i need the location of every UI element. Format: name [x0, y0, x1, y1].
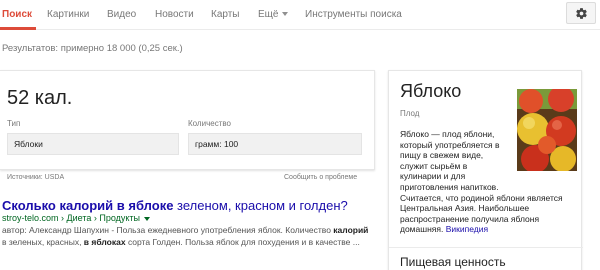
top-nav: Поиск Картинки Видео Новости Карты Ещё И… [0, 0, 600, 30]
kp-description-line: Яблоко — плод яблони, [400, 129, 495, 139]
tab-more-label: Ещё [258, 9, 279, 20]
result-url-text: stroy-telo.com › Диета › Продукты [2, 213, 141, 223]
tab-video[interactable]: Видео [107, 9, 136, 20]
snippet-text: автор: Александр Шапухин - Польза ежедне… [2, 225, 334, 235]
calorie-card: 52 кал. Тип Яблоки Количество грамм: 100 [0, 70, 375, 170]
url-dropdown-icon[interactable] [144, 216, 151, 221]
result-snippet: автор: Александр Шапухин - Польза ежедне… [2, 225, 372, 248]
chevron-down-icon [282, 12, 289, 17]
kp-description-line: пищу в свежем виде, [400, 150, 484, 161]
tab-maps[interactable]: Карты [211, 9, 240, 20]
kp-description-last-line: домашняя. Википедия [400, 224, 563, 235]
kp-description-line: Считается, что родиной яблони является [400, 192, 563, 203]
result-title-rest: зеленом, красном и голден? [173, 198, 348, 213]
source-label: Источники: USDA [7, 174, 65, 181]
kp-description-line: кулинарии и для [400, 171, 466, 182]
type-label: Тип [7, 119, 21, 128]
snippet-bold: в яблоках [83, 236, 126, 247]
tab-search-tools[interactable]: Инструменты поиска [305, 9, 402, 20]
snippet-text: сорта Голден. Польза яблок для похудения… [125, 236, 360, 247]
kp-description-line: Центральная Азия. Наибольшее [400, 203, 530, 214]
knowledge-panel: Яблоко Плод Яблоко — плод яблони, которы… [388, 70, 583, 270]
snippet-text: в зеленых, красных, [2, 236, 84, 247]
type-select[interactable]: Яблоки [7, 133, 179, 155]
kp-description-line: приготовления напитков. [400, 181, 499, 192]
result-stats: Результатов: примерно 18 000 (0,25 сек.) [2, 43, 183, 54]
result-url: stroy-telo.com › Диета › Продукты [2, 213, 151, 223]
result-title-link[interactable]: Сколько калорий в яблоке зеленом, красно… [2, 198, 348, 213]
kp-description-line: который употребляется в [400, 139, 500, 150]
tab-search[interactable]: Поиск [2, 9, 32, 20]
kp-nutrition-heading: Пищевая ценность [400, 255, 506, 269]
tab-images[interactable]: Картинки [47, 9, 89, 20]
quantity-label: Количество [188, 119, 231, 128]
tab-news[interactable]: Новости [155, 9, 194, 20]
gear-icon [575, 7, 587, 19]
tab-more[interactable]: Ещё [258, 9, 289, 20]
kp-description: Яблоко — плод яблони, который употребляе… [400, 129, 563, 235]
calorie-value: 52 кал. [7, 87, 73, 109]
result-title-bold: Сколько калорий в яблоке [2, 198, 174, 213]
active-tab-indicator [0, 27, 36, 30]
quantity-field[interactable]: грамм: 100 [188, 133, 362, 155]
wikipedia-link[interactable]: Википедия [446, 224, 488, 234]
settings-button[interactable] [566, 2, 596, 24]
kp-title: Яблоко [400, 81, 462, 101]
snippet-bold: калорий [333, 225, 369, 235]
kp-description-end: домашняя. [400, 224, 444, 235]
report-problem-link[interactable]: Сообщить о проблеме [284, 174, 357, 181]
kp-description-line: служит сырьём в [400, 160, 468, 171]
kp-subtitle: Плод [400, 109, 420, 118]
kp-divider [389, 247, 583, 248]
kp-description-line: распространение получила яблоня [400, 213, 540, 224]
